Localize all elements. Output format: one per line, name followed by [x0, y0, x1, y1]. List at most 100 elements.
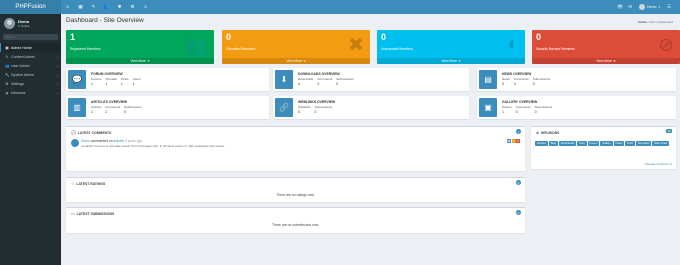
stat-value: 1	[91, 110, 93, 114]
infusion-tag[interactable]: Downloads	[558, 141, 577, 146]
sidebar-menu: ▦ Admin Home ✎ Content Admin ‹ 👥 User Admin ‹ 🔧 S…	[0, 43, 61, 97]
panel-heading: ☆ LATEST RATINGS	[71, 181, 105, 187]
view-more-link[interactable]: View More ➜	[377, 58, 525, 64]
book-icon: ▥	[68, 98, 86, 117]
infusion-tag[interactable]: News	[613, 141, 625, 146]
arrow-circle-icon: ➜	[302, 59, 306, 63]
sidebar-item-label: System Admin	[11, 72, 34, 77]
overview-stat: Submissions 0	[535, 105, 553, 114]
sidebar-item-label: Infusions	[11, 90, 26, 95]
warning-icon[interactable]: ⚠	[139, 4, 152, 10]
overview-stats: Forums 1 Threads 1 Posts 1 Users 1	[91, 77, 145, 86]
stat-box: 0 Unactivated Members ◐ View More ➜	[377, 30, 525, 64]
overview-stat: Comments 0	[514, 77, 529, 86]
online-dot-icon	[18, 25, 20, 27]
overview-stats: Photos 1 Comments 0 Submissions 0	[502, 105, 556, 114]
menu-icon[interactable]: ≡	[61, 4, 74, 10]
sidebar-search-input[interactable]: Search...	[3, 34, 58, 40]
overview-stat: Submissions 0	[315, 105, 333, 114]
gear-icon: ⚙	[5, 81, 9, 86]
view-icon[interactable]: 👁	[507, 139, 511, 143]
stat-value: 0	[536, 32, 542, 42]
users-icon: 👥	[184, 36, 208, 57]
arrow-circle-icon: ➜	[669, 162, 672, 166]
chevron-down-icon[interactable]: ▾	[658, 5, 660, 9]
latest-comments-panel: 💬 LATEST COMMENTS 1 Demo commented on Ar…	[66, 126, 525, 171]
comment-time: 5 years ago	[125, 139, 143, 143]
stat-label: Photos	[502, 105, 512, 109]
infusion-tag[interactable]: Blog	[548, 141, 558, 146]
content-icon[interactable]: ✎	[87, 4, 100, 10]
view-more-link[interactable]: View More ➜	[532, 58, 680, 64]
infusion-tag[interactable]: Forum	[587, 141, 600, 146]
sidebar-item-content-admin[interactable]: ✎ Content Admin ‹	[0, 52, 61, 61]
stat-label: Submissions	[314, 105, 333, 109]
infusion-tag[interactable]: Gallery	[600, 141, 613, 146]
overview-stat: Posts 1	[121, 77, 129, 86]
top-navbar: ≡ ▦ ✎ 👥 ✱ ⚙ ⚠ 👁 ✉ Demo ▾ ☰	[61, 0, 680, 14]
overview-stat: Comments 0	[317, 77, 332, 86]
user-ban-icon: ⊘	[658, 35, 674, 56]
eye-icon[interactable]: 👁	[615, 4, 625, 10]
overview-title: ARTICLES OVERVIEW	[91, 100, 128, 104]
stat-value: 4	[298, 82, 300, 86]
stat-label: Submissions	[124, 105, 142, 109]
brand-logo[interactable]: PHPFusion	[0, 0, 61, 14]
panel-title: LATEST COMMENTS	[77, 130, 112, 135]
infusion-tag[interactable]: Articles	[535, 141, 548, 146]
empty-message: There are no ratings now.	[276, 193, 315, 197]
overview-title: WEBLINKS OVERVIEW	[298, 100, 336, 104]
stat-label: Comments	[317, 77, 333, 81]
stat-value: 0	[515, 110, 518, 114]
comment-action: commented on	[90, 139, 113, 143]
users-icon[interactable]: 👥	[100, 4, 113, 10]
stat-value: 0	[532, 82, 535, 86]
infusions-panel: ◈ INFUSIONS 10 Articles Blog Downloads FAQ F…	[531, 126, 676, 169]
breadcrumb-home[interactable]: Home	[638, 20, 646, 24]
newspaper-icon: ▤	[479, 70, 497, 89]
overview-box: ⬇ DOWNLOADS OVERVIEW Downloads 4 Comments 0 Su…	[273, 68, 469, 91]
sidebar-item-admin-home[interactable]: ▦ Admin Home	[0, 43, 61, 52]
view-more-link[interactable]: View More ➜	[66, 58, 214, 64]
settings-icon[interactable]: ⚙	[126, 4, 139, 10]
stat-value: 0	[124, 110, 127, 114]
stat-label: Articles	[91, 105, 102, 109]
view-more-link[interactable]: View More ➜	[222, 58, 370, 64]
infusion-tag[interactable]: Polls	[625, 141, 635, 146]
edit-icon[interactable]: ✎	[511, 139, 516, 143]
system-icon[interactable]: ✱	[113, 4, 126, 10]
panel-title: INFUSIONS	[540, 130, 560, 135]
sidebar-item-user-admin[interactable]: 👥 User Admin ‹	[0, 61, 61, 70]
stat-value: 0	[226, 32, 232, 42]
overview-box: ▤ NEWS OVERVIEW News 3 Comments 0 Submissions 0	[477, 68, 676, 91]
overview-stats: Weblinks 5 Submissions 0	[298, 105, 336, 114]
overview-title: FORUM OVERVIEW	[91, 72, 123, 76]
sidebar-item-settings[interactable]: ⚙ Settings ‹	[0, 79, 61, 88]
delete-icon[interactable]: ✕	[516, 139, 520, 143]
chevron-left-icon: ‹	[57, 81, 58, 86]
account-avatar[interactable]	[639, 4, 646, 10]
avatar	[71, 139, 79, 147]
overview-stats: Articles 1 Comments 1 Submissions 0	[91, 105, 146, 114]
pencil-icon: ✎	[5, 54, 9, 59]
more-icon[interactable]: ☰	[664, 4, 674, 10]
overview-stat: Comments 0	[516, 105, 531, 114]
account-name[interactable]: Demo	[647, 5, 656, 9]
infusion-tag[interactable]: FAQ	[577, 141, 587, 146]
comments-icon: 💬	[68, 70, 86, 89]
panel-heading: ▭ LATEST SUBMISSIONS	[71, 211, 114, 217]
manage-infusions-link[interactable]: Manage Infusions ➜	[645, 162, 672, 166]
comment-target-link[interactable]: Articles	[113, 139, 124, 143]
infusion-tag[interactable]: Shoutbox	[636, 141, 652, 146]
users-icon: 👥	[5, 63, 10, 68]
chevron-left-icon: ‹	[57, 63, 58, 68]
infusion-tag[interactable]: Web Links	[652, 141, 670, 146]
comments-icon: 💬	[71, 131, 76, 135]
envelope-icon[interactable]: ✉	[625, 4, 635, 10]
dashboard-icon[interactable]: ▦	[74, 4, 87, 10]
comment-author-link[interactable]: Demo	[81, 139, 90, 143]
sidebar-item-system-admin[interactable]: 🔧 System Admin ‹	[0, 70, 61, 79]
overview-stat: Articles 1	[91, 105, 101, 114]
sidebar-item-infusions[interactable]: ◈ Infusions ‹	[0, 88, 61, 97]
infusion-tags: Articles Blog Downloads FAQ Forum Gallery News…	[535, 141, 675, 147]
